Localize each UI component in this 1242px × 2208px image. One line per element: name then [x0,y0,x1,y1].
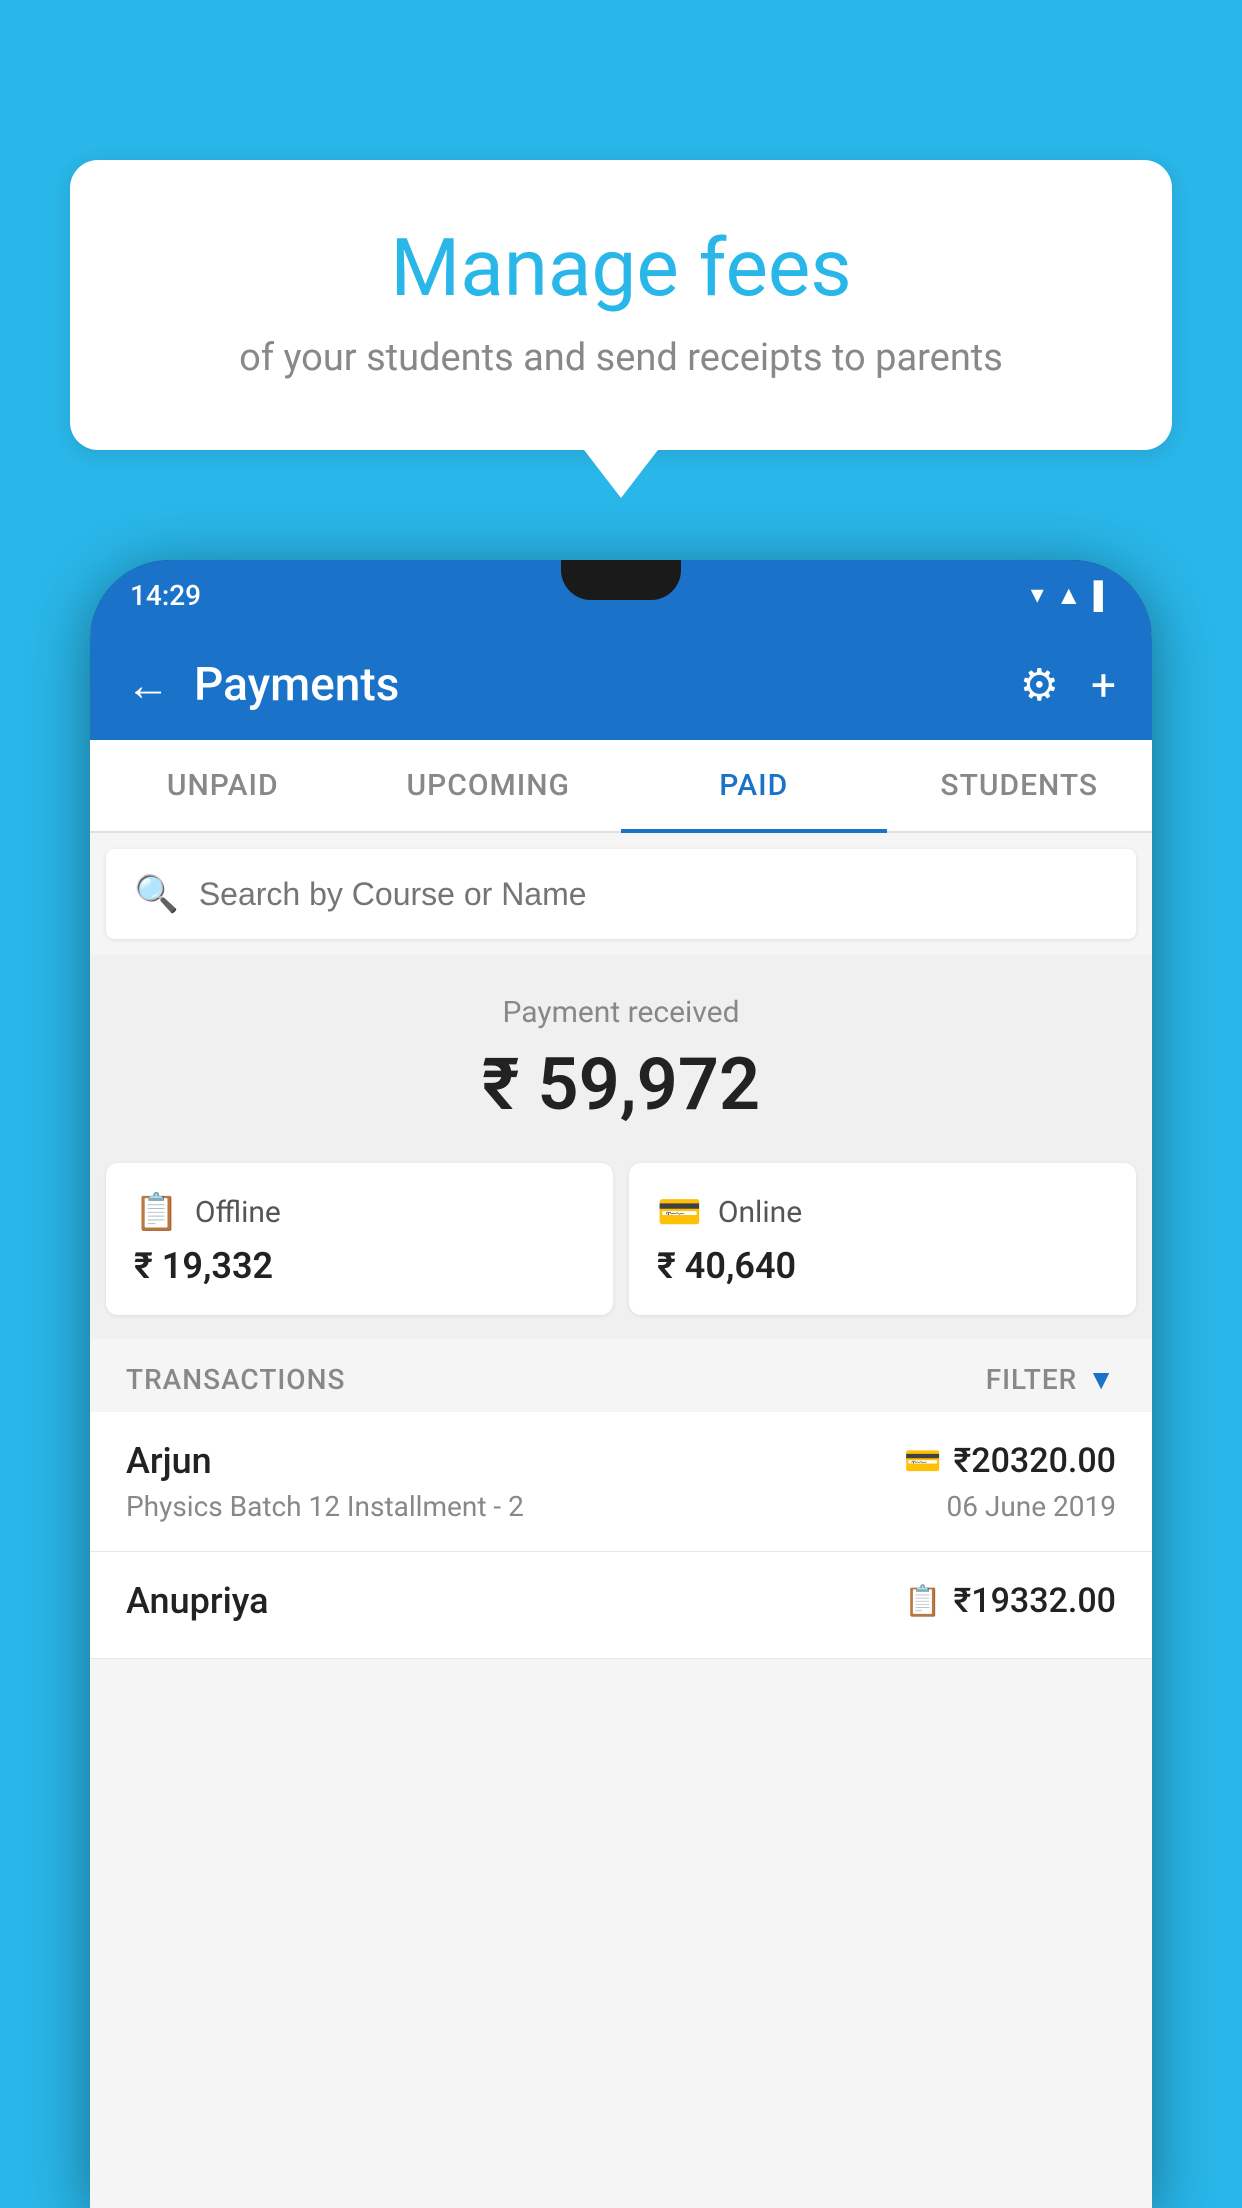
status-time: 14:29 [130,579,201,612]
phone-device: 14:29 ▾ ▲ ▌ ← Payments ⚙ + UNPAID UPCOMI… [90,560,1152,2208]
header-left: ← Payments [126,658,399,712]
offline-card-top: 📋 Offline [134,1191,585,1233]
filter-label: FILTER [986,1363,1078,1396]
payment-received-label: Payment received [126,995,1116,1030]
bubble-subtitle: of your students and send receipts to pa… [130,336,1112,380]
bubble-title: Manage fees [130,220,1112,316]
online-payment-icon: 💳 [904,1444,941,1479]
phone-notch [561,560,681,600]
online-icon: 💳 [657,1191,702,1233]
header-title: Payments [194,658,399,712]
speech-bubble: Manage fees of your students and send re… [70,160,1172,450]
transaction-bottom: Physics Batch 12 Installment - 2 06 June… [126,1490,1116,1523]
app-header: ← Payments ⚙ + [90,630,1152,740]
transaction-list: Arjun 💳 ₹20320.00 Physics Batch 12 Insta… [90,1412,1152,1659]
payment-summary: Payment received ₹ 59,972 [90,955,1152,1163]
table-row[interactable]: Arjun 💳 ₹20320.00 Physics Batch 12 Insta… [90,1412,1152,1552]
offline-payment-icon: 📋 [904,1584,941,1619]
search-input[interactable] [199,876,1108,913]
settings-button[interactable]: ⚙ [1020,659,1059,711]
transaction-name: Arjun [126,1440,212,1482]
offline-label: Offline [195,1195,281,1230]
battery-icon: ▌ [1094,580,1112,611]
wifi-icon: ▾ [1031,580,1044,610]
offline-icon: 📋 [134,1191,179,1233]
tab-upcoming[interactable]: UPCOMING [356,740,622,831]
table-row[interactable]: Anupriya 📋 ₹19332.00 [90,1552,1152,1659]
filter-button[interactable]: FILTER ▼ [986,1363,1116,1396]
online-label: Online [718,1195,802,1230]
transaction-date: 06 June 2019 [946,1490,1116,1523]
online-amount: ₹ 40,640 [657,1245,1108,1287]
header-right: ⚙ + [1020,659,1116,711]
transaction-top: Anupriya 📋 ₹19332.00 [126,1580,1116,1622]
transaction-top: Arjun 💳 ₹20320.00 [126,1440,1116,1482]
tab-paid[interactable]: PAID [621,740,887,831]
search-bar[interactable]: 🔍 [106,849,1136,939]
status-bar: 14:29 ▾ ▲ ▌ [90,560,1152,630]
add-button[interactable]: + [1091,659,1116,711]
online-card: 💳 Online ₹ 40,640 [629,1163,1136,1315]
transaction-amount: ₹19332.00 [954,1581,1116,1621]
filter-icon: ▼ [1087,1363,1116,1396]
transactions-label: TRANSACTIONS [126,1363,345,1396]
online-card-top: 💳 Online [657,1191,1108,1233]
tabs-bar: UNPAID UPCOMING PAID STUDENTS [90,740,1152,833]
payment-cards: 📋 Offline ₹ 19,332 💳 Online ₹ 40,640 [90,1163,1152,1339]
transaction-name: Anupriya [126,1580,269,1622]
status-icons: ▾ ▲ ▌ [1031,580,1112,611]
signal-icon: ▲ [1056,580,1082,611]
payment-total-amount: ₹ 59,972 [126,1042,1116,1127]
offline-amount: ₹ 19,332 [134,1245,585,1287]
transaction-amount-wrap: 📋 ₹19332.00 [904,1581,1116,1621]
app-screen: ← Payments ⚙ + UNPAID UPCOMING PAID STUD… [90,630,1152,2208]
transaction-amount: ₹20320.00 [954,1441,1116,1481]
transactions-header: TRANSACTIONS FILTER ▼ [90,1339,1152,1412]
tab-students[interactable]: STUDENTS [887,740,1153,831]
transaction-course: Physics Batch 12 Installment - 2 [126,1490,524,1523]
search-icon: 🔍 [134,873,179,915]
back-button[interactable]: ← [126,659,170,711]
tab-unpaid[interactable]: UNPAID [90,740,356,831]
offline-card: 📋 Offline ₹ 19,332 [106,1163,613,1315]
transaction-amount-wrap: 💳 ₹20320.00 [904,1441,1116,1481]
